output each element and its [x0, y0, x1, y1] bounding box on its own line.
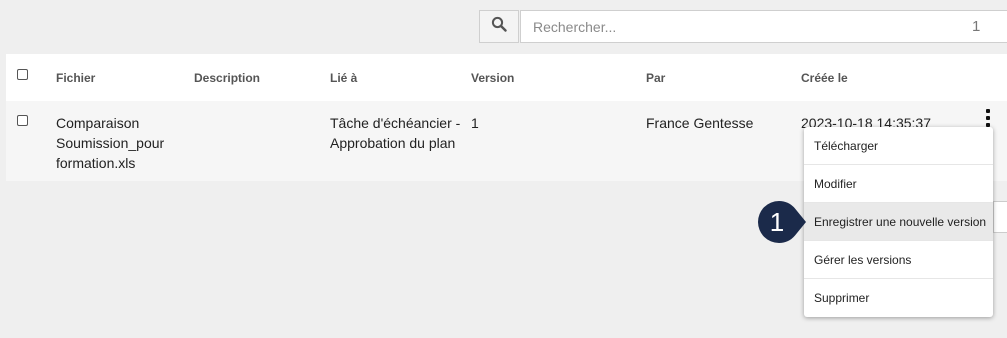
step-badge: 1 — [757, 201, 806, 243]
cell-fichier-line: Comparaison — [56, 115, 140, 131]
search-input[interactable] — [520, 10, 1007, 43]
cell-par: France Gentesse — [646, 115, 754, 131]
search-result-count: 1 — [972, 18, 981, 35]
column-header-creee-le[interactable]: Créée le — [801, 71, 848, 85]
cell-fichier: Comparaison Soumission_pour formation.xl… — [56, 113, 164, 173]
column-header-fichier[interactable]: Fichier — [56, 71, 95, 85]
kebab-dot — [986, 116, 990, 120]
cell-fichier-line: formation.xls — [56, 155, 136, 171]
kebab-dot — [986, 109, 990, 113]
select-all-checkbox[interactable] — [17, 69, 28, 80]
column-header-par[interactable]: Par — [646, 71, 665, 85]
cell-lie-a-line: Approbation du plan — [330, 135, 456, 151]
menu-item-nouvelle-version[interactable]: Enregistrer une nouvelle version — [804, 203, 993, 241]
search-button[interactable] — [479, 10, 519, 43]
menu-item-telecharger[interactable]: Télécharger — [804, 127, 993, 165]
row-actions-menu: Télécharger Modifier Enregistrer une nou… — [804, 127, 993, 317]
cell-fichier-line: Soumission_pour — [56, 135, 165, 151]
column-header-lie-a[interactable]: Lié à — [330, 71, 357, 85]
step-badge-label: 1 — [770, 207, 784, 237]
menu-item-modifier[interactable]: Modifier — [804, 165, 993, 203]
menu-item-gerer-versions[interactable]: Gérer les versions — [804, 241, 993, 279]
column-header-version[interactable]: Version — [471, 71, 514, 85]
more-actions-icon[interactable] — [982, 109, 994, 127]
table-header: Fichier Description Lié à Version Par Cr… — [6, 54, 1007, 101]
cell-lie-a: Tâche d'échéancier - Approbation du plan — [330, 113, 460, 153]
cell-version: 1 — [471, 115, 479, 131]
column-header-description[interactable]: Description — [194, 71, 260, 85]
cell-lie-a-line: Tâche d'échéancier - — [330, 115, 461, 131]
search-icon — [491, 16, 507, 37]
partial-control — [993, 201, 1007, 233]
menu-item-supprimer[interactable]: Supprimer — [804, 279, 993, 317]
row-checkbox[interactable] — [17, 115, 28, 126]
